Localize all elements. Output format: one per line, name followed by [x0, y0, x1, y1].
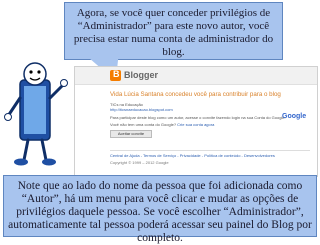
create-account-link[interactable]: Crie sua conta agora: [177, 122, 214, 127]
bottom-callout-text: Note que ao lado do nome da pessoa que f…: [8, 180, 312, 244]
divider: [110, 150, 310, 151]
blog-url-link[interactable]: http://ticsnaeducacao.blogspot.com: [110, 107, 173, 112]
blogger-logo-text: Blogger: [124, 70, 159, 80]
top-callout: Agora, se você quer conceder privilégios…: [64, 2, 283, 60]
footer-links[interactable]: Central de Ajuda - Termos de Serviço - P…: [110, 153, 275, 158]
copyright-text: Copyright © 1999 – 2012 Google: [110, 160, 169, 165]
blogger-logo-icon: B: [110, 69, 121, 81]
cartoon-pencil-character-icon: [4, 58, 70, 168]
no-account-text: Você não tem uma conta do Google?: [110, 122, 177, 127]
accept-invite-button[interactable]: Aceitar convite: [110, 130, 152, 138]
blogger-invite-screenshot: B Blogger Vida Lúcia Santana concedeu vo…: [74, 66, 318, 177]
google-logo: Google: [282, 113, 307, 120]
participate-text: Para participar deste blog como um autor…: [110, 115, 286, 120]
blogger-header: B Blogger: [75, 67, 317, 85]
top-callout-text: Agora, se você quer conceder privilégios…: [73, 7, 274, 58]
invite-title: Vida Lúcia Santana concedeu você para co…: [110, 91, 281, 98]
no-account-line: Você não tem uma conta do Google? Crie s…: [110, 122, 214, 127]
bottom-callout: Note que ao lado do nome da pessoa que f…: [3, 175, 317, 244]
